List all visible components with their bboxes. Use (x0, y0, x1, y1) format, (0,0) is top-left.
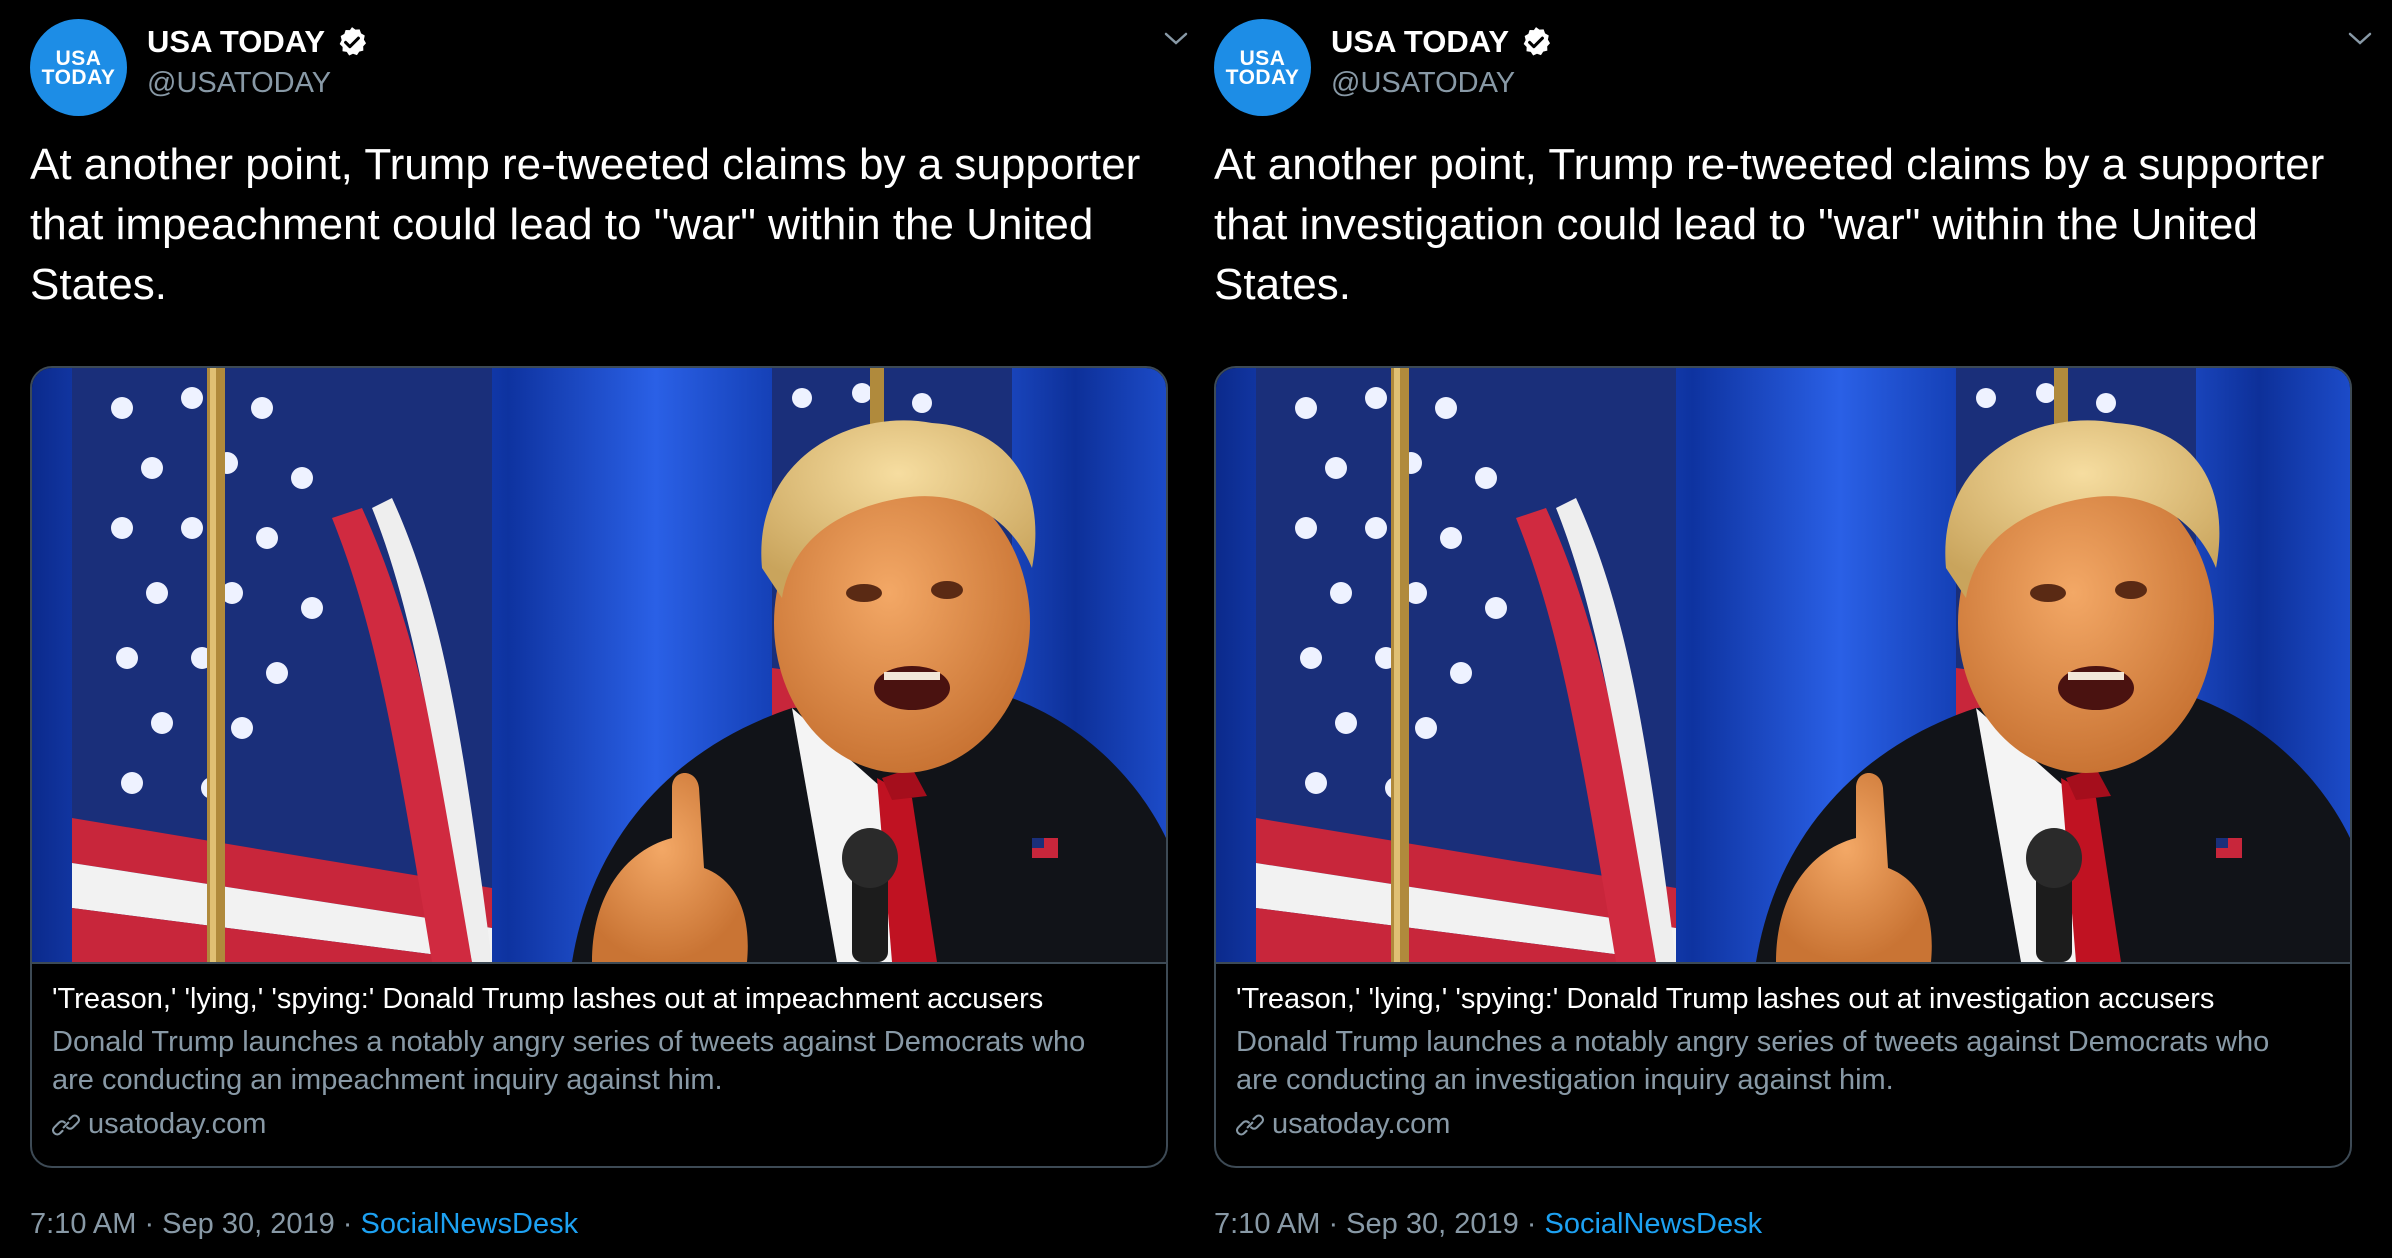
card-image (32, 368, 1166, 962)
avatar-logo-line2: TODAY (1225, 65, 1300, 89)
source-link[interactable]: SocialNewsDesk (361, 1208, 579, 1240)
timestamp[interactable]: 7:10 AM · Sep 30, 2019 · (1214, 1208, 1536, 1240)
chevron-down-icon[interactable] (2346, 28, 2374, 48)
tweet-text: At another point, Trump re-tweeted claim… (1214, 140, 2325, 309)
handle[interactable]: @USATODAY (1331, 67, 1515, 100)
name-row: USA TODAY (1331, 24, 1553, 60)
link-card[interactable]: 'Treason,' 'lying,' 'spying:' Donald Tru… (1214, 366, 2352, 1168)
card-domain: usatoday.com (1236, 1108, 1450, 1141)
timestamp[interactable]: 7:10 AM · Sep 30, 2019 · (30, 1208, 352, 1240)
link-icon (52, 1113, 80, 1136)
link-card[interactable]: 'Treason,' 'lying,' 'spying:' Donald Tru… (30, 366, 1168, 1168)
tweet-meta: 7:10 AM · Sep 30, 2019 · SocialNewsDesk (30, 1208, 578, 1241)
card-title: 'Treason,' 'lying,' 'spying:' Donald Tru… (1236, 983, 2215, 1015)
tweet-right: USA TODAY USA TODAY @USATODAY At another… (1214, 0, 2374, 1258)
avatar-logo-line2: TODAY (41, 65, 116, 89)
chevron-down-icon[interactable] (1162, 28, 1190, 48)
card-description: Donald Trump launches a notably angry se… (52, 1026, 1086, 1096)
card-divider (1216, 962, 2350, 964)
display-name[interactable]: USA TODAY (1331, 24, 1509, 60)
card-domain-text: usatoday.com (88, 1108, 267, 1140)
avatar-logo-line1: USA (55, 46, 102, 70)
tweet-left: USA TODAY USA TODAY @USATODAY At another… (30, 0, 1190, 1258)
avatar[interactable]: USA TODAY (1214, 19, 1311, 116)
name-row: USA TODAY (147, 24, 369, 60)
card-image (1216, 368, 2350, 962)
avatar-logo-line1: USA (1239, 46, 1286, 70)
card-domain-text: usatoday.com (1272, 1108, 1451, 1140)
card-domain: usatoday.com (52, 1108, 266, 1141)
verified-badge-icon (1523, 27, 1551, 56)
handle[interactable]: @USATODAY (147, 67, 331, 100)
source-link[interactable]: SocialNewsDesk (1545, 1208, 1763, 1240)
tweet-text: At another point, Trump re-tweeted claim… (30, 140, 1141, 309)
card-divider (32, 962, 1166, 964)
verified-badge-icon (339, 27, 367, 56)
card-title: 'Treason,' 'lying,' 'spying:' Donald Tru… (52, 983, 1044, 1015)
display-name[interactable]: USA TODAY (147, 24, 325, 60)
avatar[interactable]: USA TODAY (30, 19, 127, 116)
link-icon (1236, 1113, 1264, 1136)
tweet-meta: 7:10 AM · Sep 30, 2019 · SocialNewsDesk (1214, 1208, 1762, 1241)
card-description: Donald Trump launches a notably angry se… (1236, 1026, 2270, 1096)
